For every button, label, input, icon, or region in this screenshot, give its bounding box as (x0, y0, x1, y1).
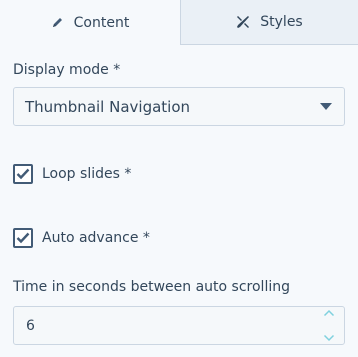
auto-advance-label: Auto advance * (42, 230, 150, 246)
auto-scroll-time-label: Time in seconds between auto scrolling (13, 279, 290, 295)
auto-advance-checkbox[interactable] (13, 228, 33, 248)
loop-slides-label: Loop slides * (42, 166, 132, 182)
chevron-up-icon (323, 309, 335, 317)
paint-tools-icon (236, 15, 250, 29)
loop-slides-checkbox[interactable] (13, 164, 33, 184)
increment-button[interactable] (323, 309, 335, 317)
pencil-icon (51, 16, 64, 29)
tab-content[interactable]: Content (0, 0, 180, 45)
auto-scroll-time-value: 6 (26, 317, 35, 334)
number-stepper (314, 307, 344, 346)
tab-bar: Content Styles (0, 0, 358, 45)
checkmark-icon (16, 232, 30, 244)
display-mode-select[interactable]: Thumbnail Navigation (13, 87, 345, 126)
chevron-down-icon (323, 334, 335, 342)
tab-styles-label: Styles (260, 14, 303, 30)
chevron-down-icon (320, 103, 332, 110)
display-mode-label: Display mode * (13, 62, 121, 78)
tab-styles[interactable]: Styles (180, 0, 358, 45)
tab-content-label: Content (73, 14, 130, 31)
checkmark-icon (16, 168, 30, 180)
auto-scroll-time-input[interactable]: 6 (13, 306, 345, 345)
display-mode-value: Thumbnail Navigation (25, 97, 191, 116)
decrement-button[interactable] (323, 334, 335, 342)
module-settings-panel: Content Styles Display mode * Thumbnail … (0, 0, 358, 357)
auto-advance-row[interactable]: Auto advance * (13, 228, 150, 248)
loop-slides-row[interactable]: Loop slides * (13, 164, 131, 184)
